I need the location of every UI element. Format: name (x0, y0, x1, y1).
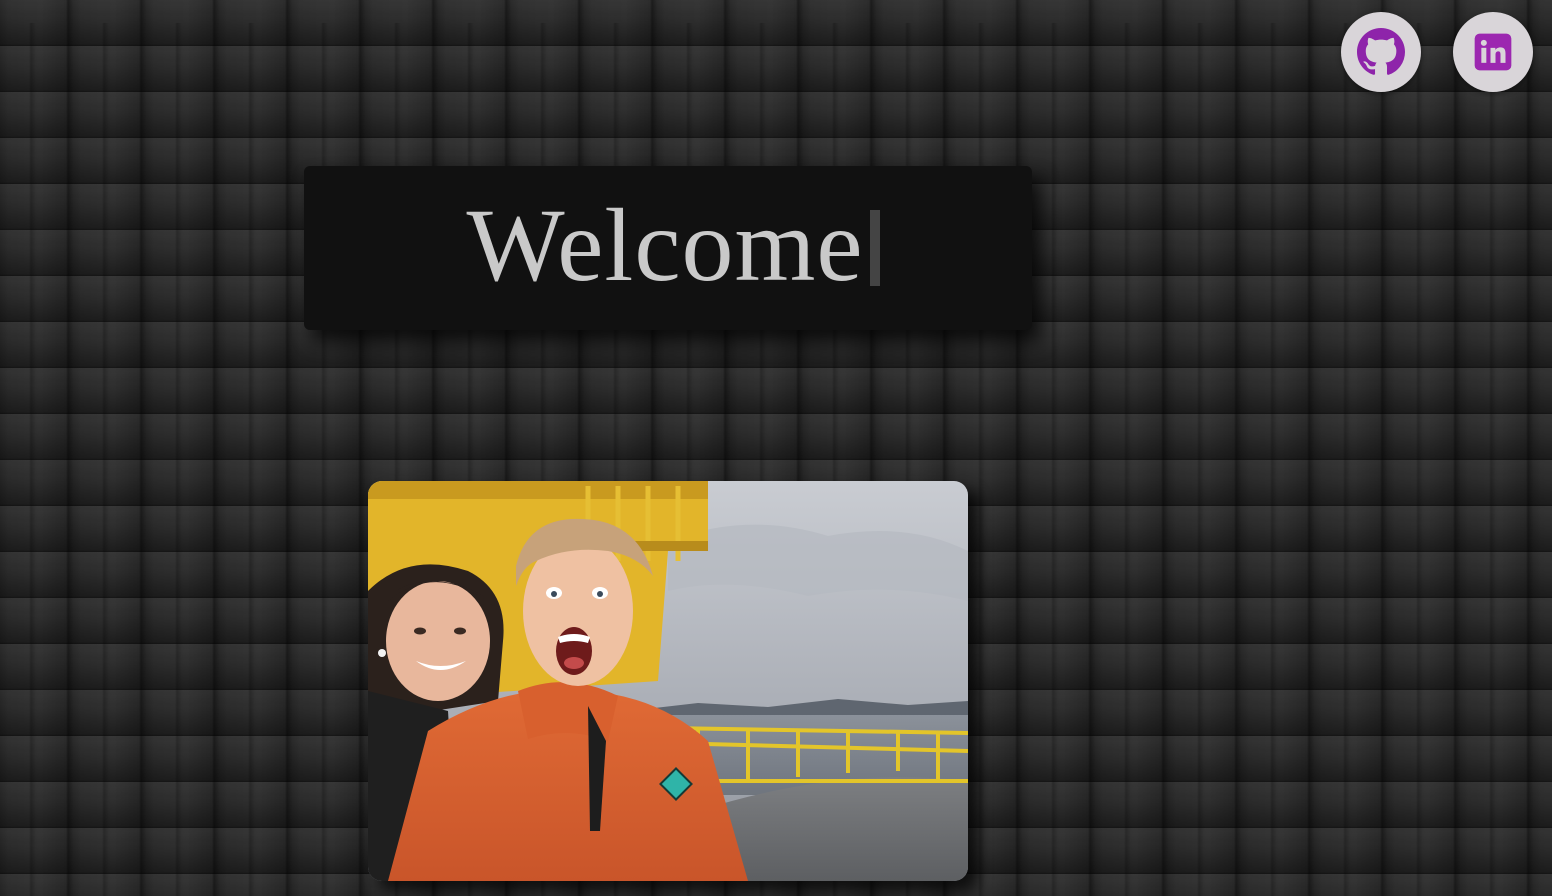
linkedin-icon (1474, 33, 1512, 71)
welcome-banner: Welcome (304, 166, 1032, 330)
linkedin-link-button[interactable] (1453, 12, 1533, 92)
typing-cursor (869, 210, 880, 286)
welcome-title: Welcome (466, 188, 864, 303)
hero-photo (368, 481, 968, 881)
github-icon (1357, 28, 1405, 75)
github-link-button[interactable] (1341, 12, 1421, 92)
